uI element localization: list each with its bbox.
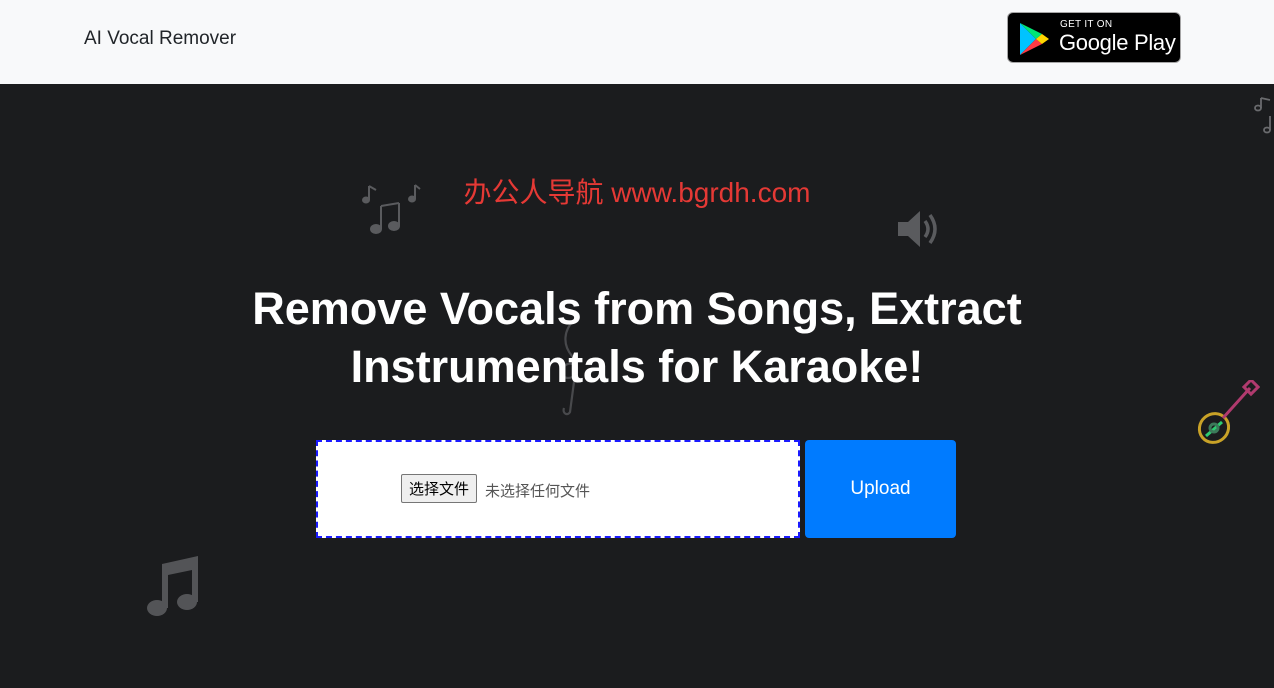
watermark-text: 办公人导航 www.bgrdh.com: [463, 177, 811, 208]
speaker-icon: [898, 211, 937, 247]
hero-section: 办公人导航 www.bgrdh.com Remove Vocals from S…: [0, 84, 1274, 688]
headline-line-2: Instrumentals for Karaoke!: [350, 341, 924, 392]
upload-button[interactable]: Upload: [805, 440, 956, 538]
file-dropzone[interactable]: 选择文件 未选择任何文件: [316, 440, 800, 538]
choose-file-button[interactable]: 选择文件: [401, 474, 478, 503]
headline-line-1: Remove Vocals from Songs, Extract: [252, 283, 1022, 334]
google-play-icon: [1020, 23, 1049, 55]
badge-top-text: GET IT ON: [1060, 19, 1113, 30]
brand-link[interactable]: AI Vocal Remover: [84, 28, 236, 50]
badge-main-text: Google Play: [1059, 30, 1176, 55]
google-play-badge[interactable]: GET IT ON Google Play: [1007, 12, 1181, 63]
guitar-icon: [1197, 380, 1260, 444]
top-navbar: AI Vocal Remover GET IT ON Google Play: [0, 0, 1274, 84]
page-headline: Remove Vocals from Songs, Extract Instru…: [237, 280, 1037, 396]
music-note-small-icon: [1254, 97, 1271, 134]
music-note-icon: [147, 556, 198, 616]
file-status-text: 未选择任何文件: [485, 482, 591, 500]
